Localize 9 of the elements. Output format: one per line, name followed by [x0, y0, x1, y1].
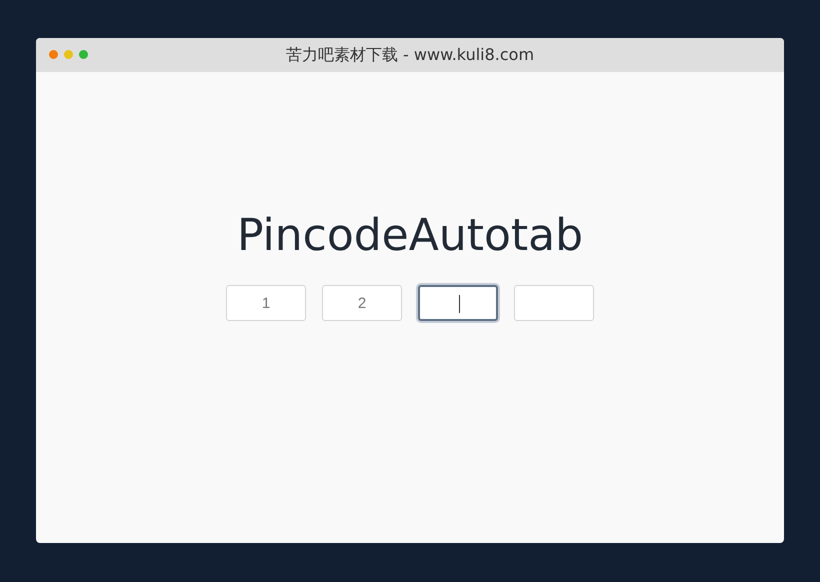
- minimize-dot-icon[interactable]: [64, 50, 73, 59]
- close-dot-icon[interactable]: [49, 50, 58, 59]
- pin-field[interactable]: [418, 285, 498, 321]
- maximize-dot-icon[interactable]: [79, 50, 88, 59]
- pin-field[interactable]: 1: [226, 285, 306, 321]
- page-heading: PincodeAutotab: [236, 209, 584, 263]
- pin-field[interactable]: 2: [322, 285, 402, 321]
- text-cursor-icon: [459, 295, 460, 313]
- window-title: 苦力吧素材下载 - www.kuli8.com: [286, 44, 534, 66]
